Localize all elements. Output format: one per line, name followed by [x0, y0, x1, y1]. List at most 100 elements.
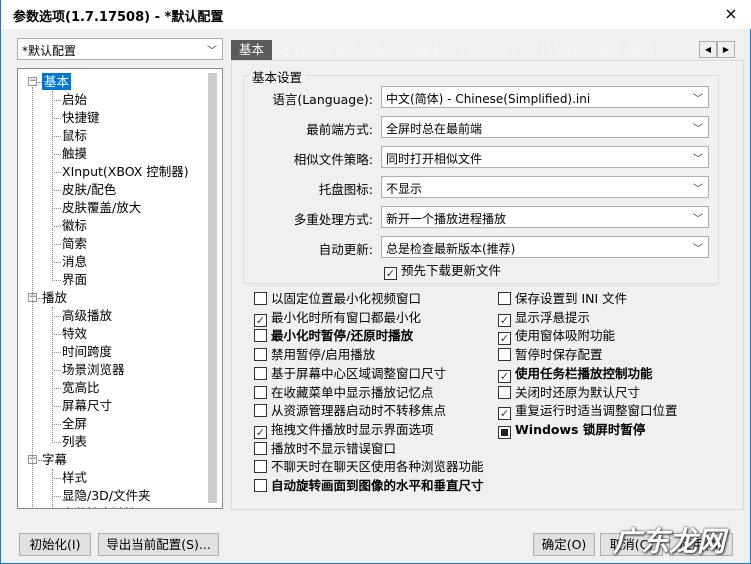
tree-item[interactable]: 消息: [62, 253, 87, 270]
tree-item[interactable]: 场景浏览器: [62, 361, 125, 378]
option-checkbox[interactable]: 以固定位置最小化视频窗口: [254, 291, 421, 308]
setting-label: 相似文件策略:: [293, 152, 373, 167]
profile-value: *默认配置: [22, 44, 77, 58]
tree-item[interactable]: 皮肤/配色: [62, 181, 116, 198]
option-checkbox[interactable]: 禁用暂停/启用播放: [254, 347, 375, 364]
option-checkbox[interactable]: 保存设置到 INI 文件: [498, 291, 627, 308]
tree-connector: [52, 334, 61, 335]
checkbox-icon: [254, 441, 267, 455]
option-checkbox[interactable]: ✓ 重复运行时适当调整窗口位置: [498, 403, 678, 421]
checkbox-label: 使用任务栏播放控制功能: [515, 365, 653, 381]
option-checkbox[interactable]: 暂停时保存配置: [498, 347, 603, 364]
tree-item[interactable]: 简索: [62, 235, 87, 252]
checkbox-label: Windows 锁屏时暂停: [515, 421, 646, 437]
setting-select[interactable]: 不显示 ﹀: [381, 176, 709, 198]
checkbox-icon: ✓: [498, 369, 511, 383]
tree-item[interactable]: 高级播放: [62, 307, 112, 324]
tree-connector: [52, 388, 61, 389]
option-checkbox[interactable]: ✓ 使用任务栏播放控制功能: [498, 366, 653, 383]
option-checkbox[interactable]: 从资源管理器启动时不转移焦点: [254, 403, 446, 420]
tree-item[interactable]: XInput(XBOX 控制器): [62, 163, 189, 180]
checkbox-icon: [254, 385, 267, 399]
tree-connector: [52, 190, 61, 191]
init-button[interactable]: 初始化(I): [19, 533, 91, 556]
setting-select[interactable]: 总是检查最新版本(推荐) ﹀: [381, 236, 709, 258]
export-config-button[interactable]: 导出当前配置(S)...: [98, 533, 219, 556]
checkbox-icon: ✓: [254, 425, 267, 439]
option-checkbox[interactable]: ✓ 最小化时所有窗口都最小化: [254, 310, 421, 327]
tree-connector: [52, 118, 61, 119]
tree-connector: [52, 244, 61, 245]
tree-connector: [52, 91, 53, 279]
tab-4[interactable]: 触摸: [408, 40, 449, 60]
checkbox-icon: ✓: [254, 313, 267, 327]
option-checkbox[interactable]: ✓ 显示浮悬提示: [498, 310, 590, 327]
tree-item[interactable]: 界面: [62, 271, 87, 288]
tab-1[interactable]: 启始: [272, 40, 313, 60]
close-icon[interactable]: ×: [719, 3, 743, 25]
tree-item[interactable]: 启始: [62, 91, 87, 108]
tree-item[interactable]: 皮肤覆盖/放大: [62, 199, 141, 216]
tree-connector: [52, 100, 61, 101]
group-title: 基本设置: [249, 67, 306, 86]
setting-value: 新开一个播放进程播放: [386, 212, 507, 226]
tree-item[interactable]: 基本: [42, 73, 72, 90]
option-checkbox[interactable]: 最小化时暂停/还原时播放: [254, 328, 413, 345]
tree-item[interactable]: 宽高比: [62, 379, 100, 396]
tree-item[interactable]: 鼠标: [62, 127, 87, 144]
setting-select[interactable]: 全屏时总在最前端 ﹀: [381, 116, 709, 138]
tree-item[interactable]: 徽标: [62, 217, 87, 234]
tree-item[interactable]: 全屏: [62, 415, 87, 432]
tree-item[interactable]: 播放: [42, 289, 67, 306]
tab-scroll-right-icon[interactable]: ▶: [717, 41, 735, 58]
option-checkbox[interactable]: 不聊天时在聊天区使用各种浏览器功能: [254, 459, 484, 476]
option-checkbox[interactable]: 自动旋转画面到图像的水平和垂直尺寸: [254, 478, 484, 495]
option-checkbox[interactable]: 基于屏幕中心区域调整窗口尺寸: [254, 366, 446, 383]
tree-item[interactable]: 字幕搜索链接: [62, 505, 137, 508]
tree-connector: [52, 442, 61, 443]
tree-item[interactable]: 屏幕尺寸: [62, 397, 112, 414]
option-checkbox[interactable]: 播放时不显示错误窗口: [254, 441, 396, 458]
tree-item[interactable]: 字幕: [42, 451, 67, 468]
checkbox-label: 暂停时保存配置: [515, 347, 603, 363]
checkbox-icon: [498, 348, 511, 362]
option-checkbox[interactable]: Windows 锁屏时暂停: [498, 422, 645, 439]
tree-item[interactable]: 列表: [62, 433, 87, 450]
tab-0[interactable]: 基本: [231, 40, 273, 60]
profile-select[interactable]: *默认配置 ﹀: [17, 38, 223, 60]
setting-select[interactable]: 新开一个播放进程播放 ﹀: [381, 206, 709, 228]
tree-connector: [38, 298, 42, 299]
chevron-down-icon: ﹀: [693, 124, 703, 135]
tab-scroll-left-icon[interactable]: ◀: [699, 41, 717, 58]
option-checkbox[interactable]: 关闭时还原为默认尺寸: [498, 385, 640, 402]
tree-item[interactable]: 快捷键: [62, 109, 100, 126]
setting-label: 托盘图标:: [318, 182, 373, 197]
tree-scrollbar[interactable]: [208, 73, 217, 503]
tree-item[interactable]: 显隐/3D/文件夹: [62, 487, 151, 504]
ok-button[interactable]: 确定(O): [533, 533, 595, 556]
tree-connector: [38, 82, 42, 83]
tree-item[interactable]: 触摸: [62, 145, 87, 162]
checkbox-icon: [254, 366, 267, 380]
option-checkbox[interactable]: ✓ 使用窗体吸附功能: [498, 328, 615, 346]
setting-label: 语言(Language):: [272, 92, 373, 107]
checkbox-icon: [254, 460, 267, 474]
tab-3[interactable]: 鼠标: [367, 40, 408, 60]
checkbox-label: 以固定位置最小化视频窗口: [271, 291, 422, 306]
checkbox-label: 不聊天时在聊天区使用各种浏览器功能: [271, 459, 484, 475]
checkbox-label: 最小化时所有窗口都最小化: [271, 309, 422, 325]
setting-select[interactable]: 中文(简体) - Chinese(Simplified).ini ﹀: [381, 86, 709, 108]
checkbox-icon: [254, 329, 267, 343]
option-checkbox[interactable]: ✓ 拖拽文件播放时显示界面选项: [254, 422, 434, 439]
setting-select[interactable]: 同时打开相似文件 ﹀: [381, 146, 709, 168]
predownload-checkbox[interactable]: ✓ 预先下载更新文件: [384, 263, 501, 280]
tab-5[interactable]: XInput(XBOX 控制器): [449, 40, 592, 60]
category-tree[interactable]: 基本 − 启始 快捷键 鼠标 触摸 XInput(XBOX 控制器) 皮肤/配色 皮肤覆盖/放大…: [17, 68, 223, 509]
tab-6[interactable]: 皮肤/配色: [591, 40, 661, 60]
collapse-icon[interactable]: −: [28, 77, 37, 86]
tree-item[interactable]: 样式: [62, 469, 87, 486]
tree-item[interactable]: 时间跨度: [62, 343, 112, 360]
option-checkbox[interactable]: 在收藏菜单中显示播放记忆点: [254, 385, 434, 402]
tree-item[interactable]: 特效: [62, 325, 87, 342]
tab-2[interactable]: 快捷键: [313, 40, 367, 60]
